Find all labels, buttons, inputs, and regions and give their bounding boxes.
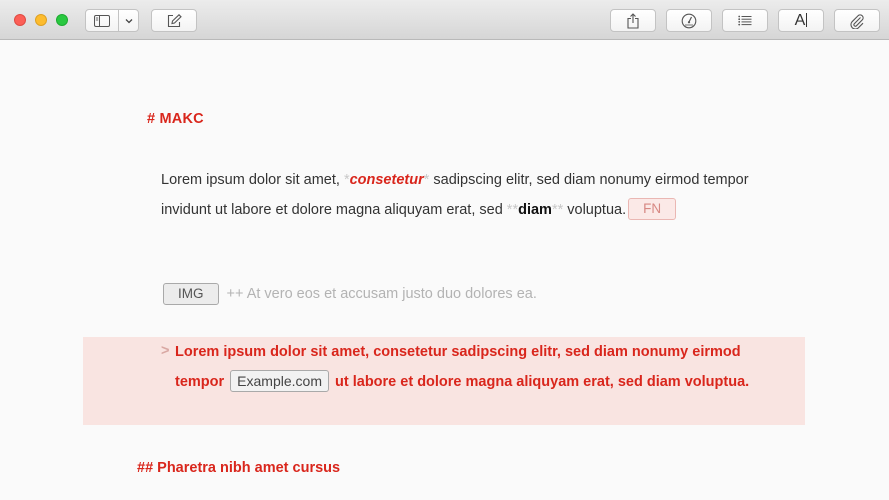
toolbar: A — [0, 0, 889, 40]
blockquote-marker: > — [161, 343, 170, 359]
font-settings-button[interactable]: A — [778, 9, 824, 32]
attachment-button[interactable] — [834, 9, 880, 32]
strong-text: diam — [518, 201, 552, 218]
paperclip-icon — [849, 13, 865, 29]
paragraph: Lorem ipsum dolor sit amet, *consetetur*… — [161, 166, 761, 225]
statistics-button[interactable] — [666, 9, 712, 32]
outline-button[interactable] — [722, 9, 768, 32]
close-window-button[interactable] — [14, 14, 26, 26]
new-document-button[interactable] — [151, 9, 197, 32]
footnote-tag[interactable]: FN — [628, 197, 677, 220]
blockquote-text: Lorem ipsum dolor sit amet, consetetur s… — [175, 338, 765, 397]
outline-list-icon — [738, 15, 752, 26]
image-caption: ++ At vero eos et accusam justo duo dolo… — [226, 286, 537, 302]
font-icon: A — [794, 11, 808, 29]
stats-gauge-icon — [681, 13, 697, 29]
chevron-down-icon — [125, 18, 133, 24]
strong-close-marker: ** — [551, 201, 564, 218]
paragraph-text-end: voluptua. — [563, 201, 627, 218]
emphasis-text: consetetur — [349, 172, 424, 188]
heading-1: # MAKC — [147, 111, 204, 127]
sidebar-icon — [94, 14, 110, 27]
blockquote-text-end: ut labore et dolore magna aliquyam erat,… — [330, 373, 750, 390]
link-tag[interactable]: Example.com — [230, 369, 329, 392]
share-icon — [627, 12, 639, 29]
minimize-window-button[interactable] — [35, 14, 47, 26]
paragraph-text-start: Lorem ipsum dolor sit amet, — [161, 172, 344, 188]
toggle-sidebar-button[interactable] — [85, 9, 119, 32]
font-glyph: A — [794, 11, 806, 29]
sidebar-options-dropdown[interactable] — [118, 9, 139, 32]
image-line: IMG ++ At vero eos et accusam justo duo … — [163, 283, 537, 305]
heading-2: ## Pharetra nibh amet cursus — [137, 460, 341, 476]
share-button[interactable] — [610, 9, 656, 32]
editor-content[interactable] — [0, 41, 889, 500]
strong-open-marker: ** — [506, 201, 519, 218]
image-tag[interactable]: IMG — [163, 283, 219, 305]
zoom-window-button[interactable] — [56, 14, 68, 26]
editor-window: A # MAKC Lorem ipsum dolor sit amet, *co… — [0, 0, 889, 500]
compose-icon — [167, 13, 182, 28]
